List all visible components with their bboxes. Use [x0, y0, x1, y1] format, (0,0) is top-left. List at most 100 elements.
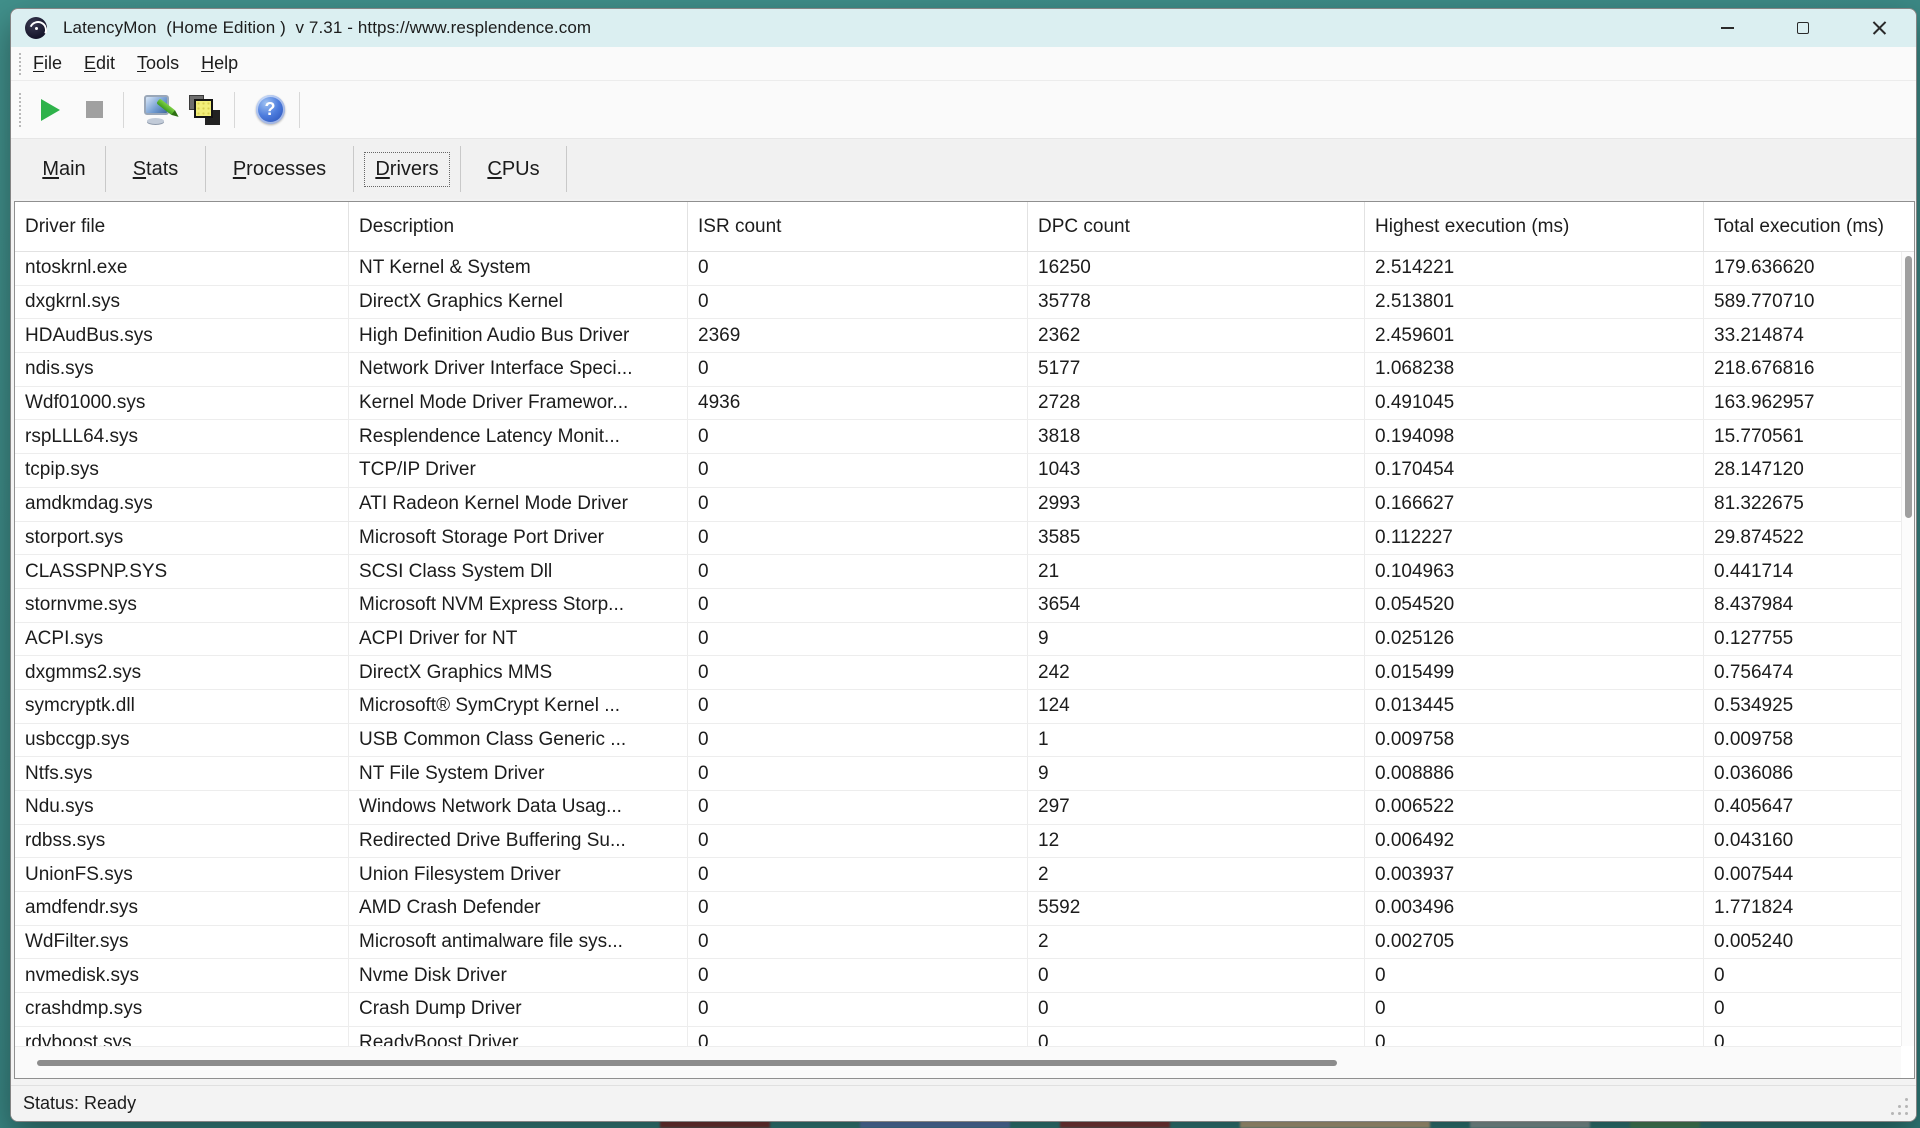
- close-button[interactable]: [1856, 9, 1902, 47]
- cell-description: DirectX Graphics MMS: [349, 656, 688, 689]
- horizontal-scrollbar-thumb[interactable]: [37, 1060, 1337, 1066]
- table-row[interactable]: ACPI.sysACPI Driver for NT090.0251260.12…: [15, 623, 1914, 657]
- table-row[interactable]: tcpip.sysTCP/IP Driver010430.17045428.14…: [15, 454, 1914, 488]
- maximize-button[interactable]: [1780, 9, 1826, 47]
- cell-highest-execution-ms: 0.054520: [1365, 589, 1704, 622]
- table-row[interactable]: stornvme.sysMicrosoft NVM Express Storp.…: [15, 589, 1914, 623]
- toolbar-separator: [299, 92, 300, 128]
- table-row[interactable]: HDAudBus.sysHigh Definition Audio Bus Dr…: [15, 319, 1914, 353]
- cell-driver-file: storport.sys: [15, 522, 349, 555]
- vertical-scrollbar-thumb[interactable]: [1905, 256, 1912, 518]
- cell-description: Nvme Disk Driver: [349, 959, 688, 992]
- resize-grip[interactable]: [1890, 1097, 1908, 1115]
- cell-driver-file: rspLLL64.sys: [15, 420, 349, 453]
- table-row[interactable]: ndis.sysNetwork Driver Interface Speci..…: [15, 353, 1914, 387]
- cell-total-execution-ms: 33.214874: [1704, 319, 1914, 352]
- cell-isr-count: 0: [688, 959, 1028, 992]
- play-icon: [41, 99, 60, 121]
- table-row[interactable]: ntoskrnl.exeNT Kernel & System0162502.51…: [15, 252, 1914, 286]
- cell-dpc-count: 242: [1028, 656, 1365, 689]
- table-row[interactable]: nvmedisk.sysNvme Disk Driver0000: [15, 959, 1914, 993]
- cell-description: Kernel Mode Driver Framewor...: [349, 387, 688, 420]
- cell-dpc-count: 3585: [1028, 522, 1365, 555]
- cell-dpc-count: 3654: [1028, 589, 1365, 622]
- table-row[interactable]: Ntfs.sysNT File System Driver090.0088860…: [15, 757, 1914, 791]
- table-row[interactable]: usbccgp.sysUSB Common Class Generic ...0…: [15, 724, 1914, 758]
- column-header-description[interactable]: Description: [349, 202, 688, 251]
- stop-monitor-button[interactable]: [74, 90, 114, 130]
- cell-highest-execution-ms: 0.491045: [1365, 387, 1704, 420]
- cell-description: Microsoft NVM Express Storp...: [349, 589, 688, 622]
- copy-report-button[interactable]: [185, 90, 225, 130]
- cell-dpc-count: 124: [1028, 690, 1365, 723]
- column-header-dpc-count[interactable]: DPC count: [1028, 202, 1365, 251]
- table-row[interactable]: dxgkrnl.sysDirectX Graphics Kernel035778…: [15, 286, 1914, 320]
- cell-isr-count: 0: [688, 522, 1028, 555]
- cell-isr-count: 2369: [688, 319, 1028, 352]
- cell-highest-execution-ms: 0.003496: [1365, 892, 1704, 925]
- cell-total-execution-ms: 15.770561: [1704, 420, 1914, 453]
- table-row[interactable]: rdbss.sysRedirected Drive Buffering Su..…: [15, 825, 1914, 859]
- app-icon: [25, 17, 47, 39]
- start-monitor-button[interactable]: [28, 90, 68, 130]
- menu-tools[interactable]: Tools: [126, 53, 190, 74]
- table-row[interactable]: CLASSPNP.SYSSCSI Class System Dll0210.10…: [15, 555, 1914, 589]
- cell-total-execution-ms: 0: [1704, 959, 1914, 992]
- tab-separator: [566, 146, 567, 192]
- table-row[interactable]: Ndu.sysWindows Network Data Usag...02970…: [15, 791, 1914, 825]
- cell-description: NT File System Driver: [349, 757, 688, 790]
- cell-driver-file: dxgkrnl.sys: [15, 286, 349, 319]
- table-row[interactable]: Wdf01000.sysKernel Mode Driver Framewor.…: [15, 387, 1914, 421]
- caption-buttons: [1674, 9, 1902, 47]
- minimize-button[interactable]: [1704, 9, 1750, 47]
- minimize-icon: [1721, 27, 1734, 29]
- cell-total-execution-ms: 0: [1704, 1027, 1914, 1046]
- column-header-highest-execution[interactable]: Highest execution (ms): [1365, 202, 1704, 251]
- table-row[interactable]: WdFilter.sysMicrosoft antimalware file s…: [15, 926, 1914, 960]
- cell-highest-execution-ms: 0.194098: [1365, 420, 1704, 453]
- table-row[interactable]: amdkmdag.sysATI Radeon Kernel Mode Drive…: [15, 488, 1914, 522]
- rebar-gripper[interactable]: [19, 93, 22, 127]
- column-header-driver-file[interactable]: Driver file: [15, 202, 349, 251]
- table-row[interactable]: storport.sysMicrosoft Storage Port Drive…: [15, 522, 1914, 556]
- cell-total-execution-ms: 0.009758: [1704, 724, 1914, 757]
- window-title: LatencyMon (Home Edition ) v 7.31 - http…: [63, 18, 591, 38]
- table-row[interactable]: symcryptk.dllMicrosoft® SymCrypt Kernel …: [15, 690, 1914, 724]
- table-row[interactable]: rdyboost.sysReadyBoost Driver0000: [15, 1027, 1914, 1046]
- cell-driver-file: dxgmms2.sys: [15, 656, 349, 689]
- tab-main[interactable]: Main: [23, 139, 105, 199]
- title-bar[interactable]: LatencyMon (Home Edition ) v 7.31 - http…: [11, 9, 1916, 47]
- cell-highest-execution-ms: 2.514221: [1365, 252, 1704, 285]
- cell-dpc-count: 2728: [1028, 387, 1365, 420]
- tab-processes[interactable]: Processes: [206, 139, 353, 199]
- vertical-scrollbar[interactable]: [1901, 252, 1914, 1046]
- table-row[interactable]: amdfendr.sysAMD Crash Defender055920.003…: [15, 892, 1914, 926]
- cell-highest-execution-ms: 0.006492: [1365, 825, 1704, 858]
- copy-pages-icon: [188, 94, 222, 126]
- cell-isr-count: 0: [688, 993, 1028, 1026]
- table-row[interactable]: rspLLL64.sysResplendence Latency Monit..…: [15, 420, 1914, 454]
- help-button[interactable]: ?: [250, 90, 290, 130]
- table-row[interactable]: UnionFS.sysUnion Filesystem Driver020.00…: [15, 858, 1914, 892]
- tab-stats[interactable]: Stats: [106, 139, 205, 199]
- menu-help[interactable]: Help: [190, 53, 249, 74]
- tab-bar: Main Stats Processes Drivers CPUs: [11, 139, 1916, 199]
- status-bar: Status: Ready: [11, 1085, 1916, 1121]
- menu-file[interactable]: File: [22, 53, 73, 74]
- cell-description: Union Filesystem Driver: [349, 858, 688, 891]
- table-row[interactable]: dxgmms2.sysDirectX Graphics MMS02420.015…: [15, 656, 1914, 690]
- menu-edit[interactable]: Edit: [73, 53, 126, 74]
- table-row[interactable]: crashdmp.sysCrash Dump Driver0000: [15, 993, 1914, 1027]
- column-header-isr-count[interactable]: ISR count: [688, 202, 1028, 251]
- cell-isr-count: 0: [688, 791, 1028, 824]
- cell-highest-execution-ms: 0: [1365, 1027, 1704, 1046]
- cell-total-execution-ms: 0: [1704, 993, 1914, 1026]
- cell-total-execution-ms: 0.534925: [1704, 690, 1914, 723]
- horizontal-scrollbar[interactable]: [15, 1046, 1901, 1078]
- tab-drivers[interactable]: Drivers: [354, 139, 460, 199]
- options-button[interactable]: [139, 90, 179, 130]
- toolbar-separator: [234, 92, 235, 128]
- cell-description: ATI Radeon Kernel Mode Driver: [349, 488, 688, 521]
- column-header-total-execution[interactable]: Total execution (ms): [1704, 202, 1914, 251]
- tab-cpus[interactable]: CPUs: [461, 139, 566, 199]
